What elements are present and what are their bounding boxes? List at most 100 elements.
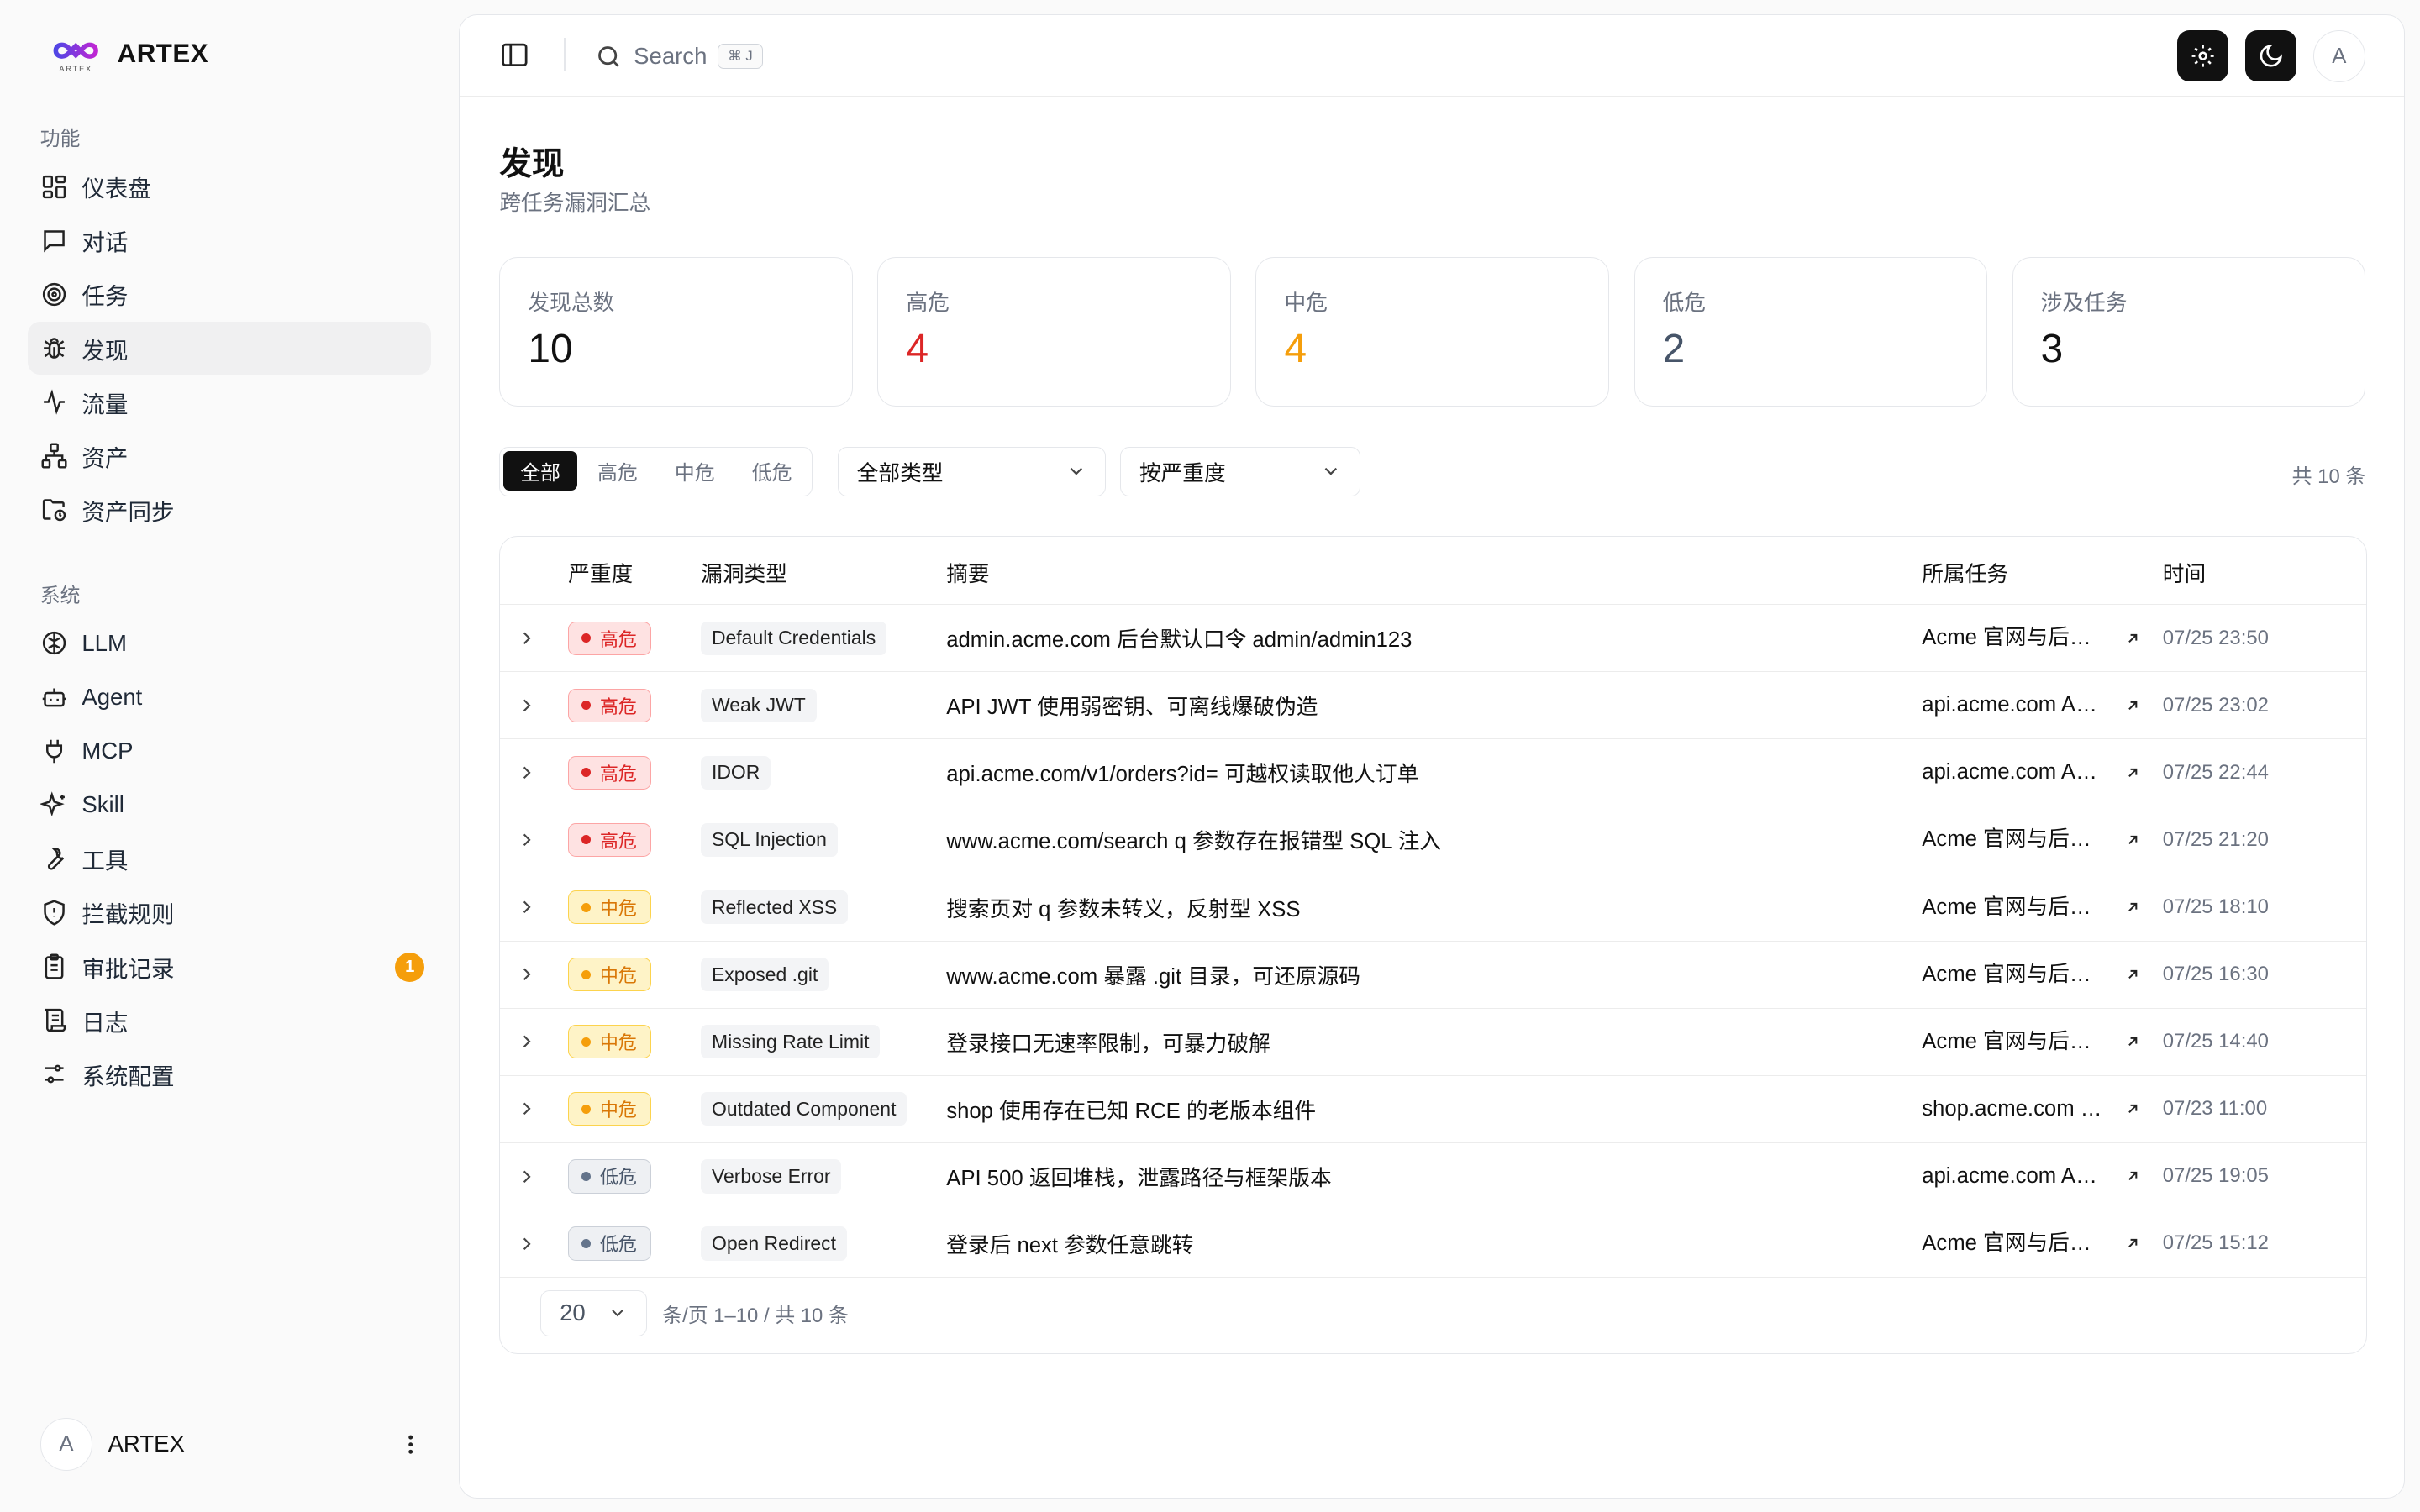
severity-cell: 高危 — [568, 806, 652, 873]
chat-icon — [44, 230, 65, 253]
findings-table: 严重度 漏洞类型 摘要 所属任务 时间 高危 Default Credential… — [499, 536, 2368, 1355]
task-link[interactable]: Acme 官网与后台渗透测试 — [1922, 605, 2107, 671]
task-link[interactable]: Acme 官网与后台渗透测试 — [1922, 806, 2107, 873]
column-header-time[interactable]: 时间 — [2163, 557, 2206, 588]
sidebar-item-approvals[interactable]: 审批记录 1 — [28, 940, 430, 992]
sidebar-item-mcp[interactable]: MCP — [28, 725, 430, 777]
chevron-right-icon[interactable] — [516, 806, 538, 873]
stat-card-high: 高危 4 — [877, 256, 1232, 407]
search-shortcut: ⌘ J — [718, 44, 763, 69]
vuln-type-tag: SQL Injection — [701, 822, 838, 858]
table-row[interactable]: 高危 Weak JWT API JWT 使用弱密钥、可离线爆破伪造 api.acme.… — [500, 672, 2367, 740]
external-link-icon[interactable] — [2124, 942, 2143, 1008]
external-link-icon[interactable] — [2124, 806, 2143, 873]
column-header-type[interactable]: 漏洞类型 — [701, 557, 787, 588]
severity-badge: 中危 — [568, 957, 652, 992]
segment-medium[interactable]: 中危 — [658, 451, 732, 491]
external-link-icon[interactable] — [2124, 874, 2143, 941]
filter-bar: 全部 高危 中危 低危 全部类型 按严重度 共 10 条 — [499, 446, 2365, 496]
segment-all[interactable]: 全部 — [503, 450, 578, 491]
sidebar-item-tools[interactable]: 工具 — [28, 832, 430, 885]
task-link[interactable]: api.acme.com API 测试 — [1922, 1143, 2107, 1210]
type-select[interactable]: 全部类型 — [837, 446, 1107, 496]
task-link[interactable]: shop.acme.com 组件扫描 — [1922, 1076, 2107, 1142]
sidebar-item-dashboard[interactable]: 仪表盘 — [28, 160, 430, 213]
avatar[interactable]: A — [2312, 29, 2366, 83]
sidebar-item-skill[interactable]: Skill — [28, 779, 430, 831]
chevron-right-icon[interactable] — [516, 1143, 538, 1210]
user-menu[interactable]: A ARTEX — [39, 1416, 426, 1472]
brand[interactable]: ARTEX ARTEX — [50, 34, 208, 74]
settings-button[interactable] — [2177, 29, 2228, 81]
sidebar-item-findings[interactable]: 发现 — [28, 322, 431, 375]
table-row[interactable]: 高危 SQL Injection www.acme.com/search q 参数存… — [500, 806, 2367, 874]
task-link[interactable]: Acme 官网与后台渗透测试 — [1922, 874, 2107, 941]
theme-toggle-button[interactable] — [2244, 29, 2296, 81]
sidebar-item-tasks[interactable]: 任务 — [28, 268, 430, 320]
sidebar-item-label: 工具 — [82, 848, 129, 874]
task-link[interactable]: api.acme.com API 测试 — [1922, 739, 2107, 806]
chevron-right-icon[interactable] — [516, 942, 538, 1008]
table-row[interactable]: 高危 Default Credentials admin.acme.com 后台默认… — [500, 605, 2367, 673]
task-link[interactable]: Acme 官网与后台渗透测试 — [1922, 1009, 2107, 1075]
sidebar-item-label: 日志 — [82, 1009, 129, 1036]
chevron-right-icon[interactable] — [516, 1210, 538, 1277]
vuln-type-tag: Open Redirect — [701, 1226, 847, 1261]
stat-value: 3 — [2040, 327, 2064, 372]
table-row[interactable]: 中危 Missing Rate Limit 登录接口无速率限制，可暴力破解 Acme … — [500, 1009, 2367, 1076]
sidebar-item-agent[interactable]: Agent — [28, 671, 430, 723]
table-row[interactable]: 高危 IDOR api.acme.com/v1/orders?id= 可越权读取他人… — [500, 739, 2367, 807]
sidebar-item-chat[interactable]: 对话 — [28, 214, 430, 266]
task-link[interactable]: Acme 官网与后台渗透测试 — [1922, 1210, 2107, 1277]
sidebar-item-llm[interactable]: LLM — [28, 617, 430, 669]
task-link[interactable]: api.acme.com API 测试 — [1922, 672, 2107, 738]
sort-select[interactable]: 按严重度 — [1119, 446, 1361, 496]
chevron-right-icon[interactable] — [516, 739, 538, 806]
column-header-task[interactable]: 所属任务 — [1922, 557, 2008, 588]
sidebar-item-traffic[interactable]: 流量 — [28, 375, 430, 428]
more-vertical-icon[interactable] — [395, 1429, 426, 1460]
external-link-icon[interactable] — [2124, 1143, 2143, 1210]
external-link-icon[interactable] — [2124, 1210, 2143, 1277]
chevron-right-icon[interactable] — [516, 1009, 538, 1075]
external-link-icon[interactable] — [2124, 1076, 2143, 1142]
severity-cell: 低危 — [568, 1143, 652, 1210]
column-header-severity[interactable]: 严重度 — [568, 557, 633, 588]
chevron-right-icon[interactable] — [516, 605, 538, 671]
segment-high[interactable]: 高危 — [581, 451, 655, 491]
severity-text: 中危 — [599, 898, 637, 920]
sidebar-toggle-icon[interactable] — [499, 39, 530, 71]
summary-cell: www.acme.com 暴露 .git 目录，可还原源码 — [946, 964, 1360, 989]
task-link[interactable]: Acme 官网与后台渗透测试 — [1922, 942, 2107, 1008]
severity-dot — [581, 1037, 591, 1047]
column-header-summary[interactable]: 摘要 — [946, 557, 989, 588]
sidebar-item-logs[interactable]: 日志 — [28, 994, 430, 1046]
logo-sub-text: ARTEX — [59, 65, 92, 73]
external-link-icon[interactable] — [2124, 672, 2143, 738]
page-size-select[interactable]: 20 — [540, 1289, 647, 1336]
time-cell: 07/25 19:05 — [2162, 1164, 2269, 1188]
table-row[interactable]: 低危 Open Redirect 登录后 next 参数任意跳转 Acme 官网与后台… — [500, 1210, 2367, 1278]
sidebar-item-intercept-rules[interactable]: 拦截规则 — [28, 886, 430, 938]
search-button[interactable]: Search ⌘ J — [595, 36, 763, 76]
severity-dot — [581, 902, 591, 912]
sidebar-item-system-config[interactable]: 系统配置 — [28, 1048, 430, 1100]
chevron-right-icon[interactable] — [516, 1076, 538, 1142]
type-cell: SQL Injection — [701, 806, 838, 873]
table-row[interactable]: 中危 Reflected XSS 搜索页对 q 参数未转义，反射型 XSS Acme … — [500, 874, 2367, 942]
chevron-right-icon[interactable] — [516, 874, 538, 941]
external-link-icon[interactable] — [2124, 605, 2143, 671]
severity-cell: 中危 — [568, 874, 652, 941]
sidebar-item-asset-sync[interactable]: 资产同步 — [28, 484, 430, 536]
type-cell: IDOR — [701, 739, 771, 806]
vuln-type-tag: Weak JWT — [701, 688, 817, 722]
segment-low[interactable]: 低危 — [734, 451, 808, 491]
external-link-icon[interactable] — [2124, 1009, 2143, 1075]
stat-value: 4 — [1284, 327, 1307, 372]
table-row[interactable]: 中危 Exposed .git www.acme.com 暴露 .git 目录，可还… — [500, 942, 2367, 1009]
table-row[interactable]: 低危 Verbose Error API 500 返回堆栈，泄露路径与框架版本 api… — [500, 1143, 2367, 1210]
chevron-right-icon[interactable] — [516, 672, 538, 738]
table-row[interactable]: 中危 Outdated Component shop 使用存在已知 RCE 的老版本… — [500, 1076, 2367, 1143]
sidebar-item-assets[interactable]: 资产 — [28, 430, 430, 482]
external-link-icon[interactable] — [2124, 739, 2143, 806]
